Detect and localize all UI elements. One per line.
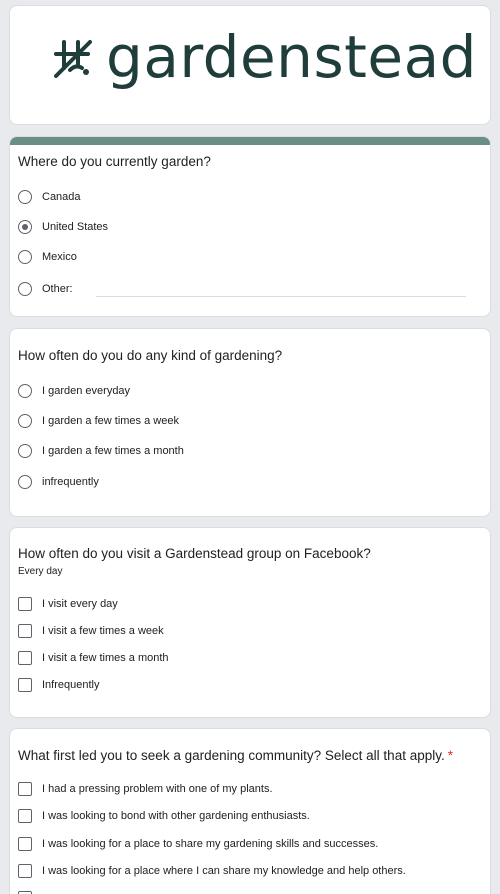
question-title: Where do you currently garden?	[18, 154, 211, 169]
radio-option-united-states[interactable]: United States	[18, 217, 108, 237]
checkbox-option-few-times-month[interactable]: I visit a few times a month	[18, 648, 169, 668]
form-accent-bar	[10, 137, 490, 145]
option-label: I was looking for a place to share my ga…	[42, 838, 379, 850]
checkbox[interactable]	[18, 837, 32, 851]
option-label: I visit every day	[42, 598, 118, 610]
logo-text: gardenstead	[106, 23, 477, 91]
radio-option-everyday[interactable]: I garden everyday	[18, 381, 130, 401]
form-page: gardenstead Where do you currently garde…	[0, 0, 500, 894]
option-label: I was looking for a place where I can sh…	[42, 865, 406, 877]
option-label: Canada	[42, 191, 81, 203]
checkbox-option-share-knowledge[interactable]: I was looking for a place where I can sh…	[18, 861, 406, 881]
question-title: How often do you visit a Gardenstead gro…	[18, 546, 371, 561]
checkbox-option-bond-enthusiasts[interactable]: I was looking to bond with other gardeni…	[18, 806, 310, 826]
checkbox[interactable]	[18, 597, 32, 611]
checkbox[interactable]	[18, 782, 32, 796]
option-label: I was looking to bond with other gardeni…	[42, 810, 310, 822]
checkbox[interactable]	[18, 678, 32, 692]
option-label: I had a pressing problem with one of my …	[42, 783, 273, 795]
checkbox-option-infrequently[interactable]: Infrequently	[18, 675, 99, 695]
checkbox-option-share-skills[interactable]: I was looking for a place to share my ga…	[18, 834, 378, 854]
option-label: I garden everyday	[42, 385, 131, 397]
checkbox-option-partial[interactable]	[18, 888, 32, 894]
other-text-input[interactable]	[96, 296, 466, 297]
option-label: I visit a few times a month	[42, 652, 169, 664]
radio-option-mexico[interactable]: Mexico	[18, 247, 77, 267]
radio-button[interactable]	[18, 384, 32, 398]
option-label: I garden a few times a week	[42, 415, 179, 427]
radio-option-few-times-week[interactable]: I garden a few times a week	[18, 411, 179, 431]
radio-button[interactable]	[18, 414, 32, 428]
radio-button[interactable]	[18, 190, 32, 204]
option-label: I visit a few times a week	[42, 625, 164, 637]
gardenstead-logo-icon	[54, 40, 92, 78]
option-label: Other:	[42, 283, 73, 295]
radio-option-few-times-month[interactable]: I garden a few times a month	[18, 441, 184, 461]
question-title: How often do you do any kind of gardenin…	[18, 348, 283, 363]
checkbox-option-every-day[interactable]: I visit every day	[18, 594, 118, 614]
radio-button[interactable]	[18, 475, 32, 489]
question-title-row: What first led you to seek a gardening c…	[18, 748, 453, 763]
checkbox[interactable]	[18, 651, 32, 665]
option-label: infrequently	[42, 476, 99, 488]
question-description: Every day	[18, 566, 63, 577]
radio-button[interactable]	[18, 250, 32, 264]
checkbox[interactable]	[18, 809, 32, 823]
radio-option-infrequently[interactable]: infrequently	[18, 472, 99, 492]
logo: gardenstead	[50, 23, 477, 91]
option-label: I garden a few times a month	[42, 445, 184, 457]
checkbox[interactable]	[18, 864, 32, 878]
checkbox-option-few-times-week[interactable]: I visit a few times a week	[18, 621, 164, 641]
radio-button[interactable]	[18, 282, 32, 296]
question-title: What first led you to seek a gardening c…	[18, 748, 445, 763]
option-label: United States	[42, 221, 109, 233]
option-label: Mexico	[42, 251, 77, 263]
option-label: Infrequently	[42, 679, 100, 691]
radio-button[interactable]	[18, 444, 32, 458]
checkbox-option-pressing-problem[interactable]: I had a pressing problem with one of my …	[18, 779, 273, 799]
radio-option-other[interactable]: Other:	[18, 279, 73, 299]
required-asterisk: *	[447, 748, 453, 763]
checkbox[interactable]	[18, 624, 32, 638]
radio-option-canada[interactable]: Canada	[18, 187, 81, 207]
header-card: gardenstead	[9, 5, 491, 125]
radio-button-selected[interactable]	[18, 220, 32, 234]
